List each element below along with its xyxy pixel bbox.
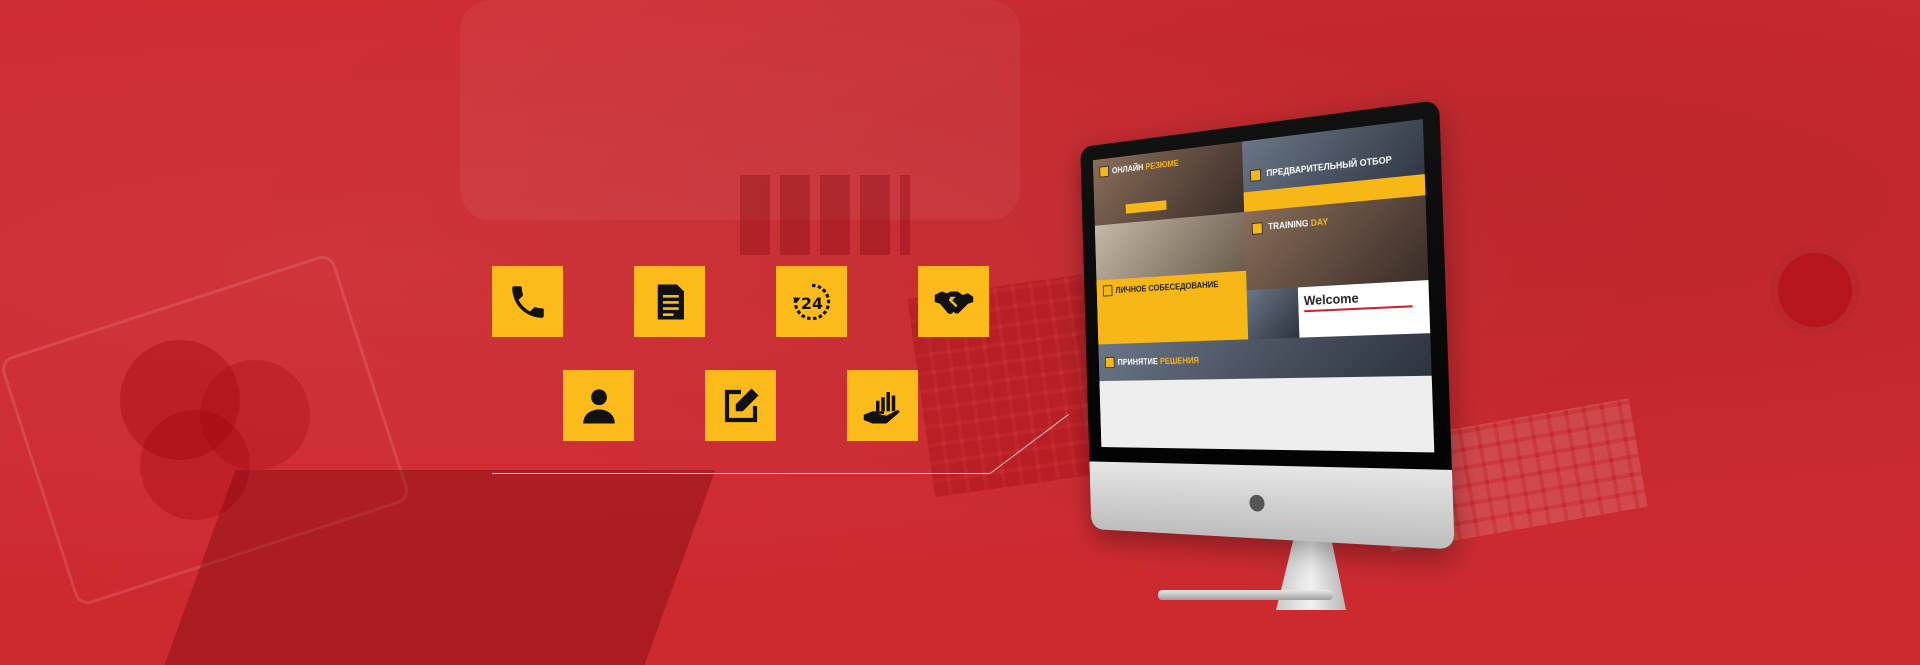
imac-mockup: ОНЛАЙН РЕЗЮМЕ ПРЕДВАРИТЕЛЬНЫЙ ОТБОР TRAI… [1048, 99, 1455, 610]
user-icon[interactable] [563, 370, 634, 441]
document-icon[interactable] [634, 266, 705, 337]
screen-tile-title-highlight: DAY [1310, 216, 1329, 229]
screen-welcome-heading: Welcome [1303, 290, 1359, 309]
bg-laptop [164, 470, 716, 665]
screen-tile-title-text: ПРИНЯТИЕ [1117, 356, 1159, 367]
screen-tile-title: ПРИНЯТИЕ РЕШЕНИЯ [1118, 355, 1200, 366]
screen-tile-icon [1099, 165, 1109, 178]
screen-tile-title-highlight: РЕЗЮМЕ [1145, 158, 1179, 172]
screen-tile-title-text: TRAINING [1267, 218, 1309, 232]
hero-banner: 24 ОНЛАЙН РЕЗЮМЕ ПРЕДВАРИТЕЛЬНЫЙ ОТБОР T… [0, 0, 1920, 665]
phone-icon[interactable] [492, 266, 563, 337]
screen-tile-title: ПРЕДВАРИТЕЛЬНЫЙ ОТБОР [1266, 154, 1392, 179]
screen-welcome-panel: Welcome [1246, 280, 1431, 340]
bg-coffee-cup [1770, 245, 1860, 335]
apple-logo-icon: ● [1247, 489, 1267, 515]
imac-body: ОНЛАЙН РЕЗЮМЕ ПРЕДВАРИТЕЛЬНЫЙ ОТБОР TRAI… [1080, 99, 1455, 550]
screen-tile-title: ЛИЧНОЕ СОБЕСЕДОВАНИЕ [1115, 279, 1219, 295]
24-hours-icon-text: 24 [801, 294, 823, 313]
imac-foot [1158, 590, 1333, 600]
screen-tile-button [1125, 200, 1167, 214]
screen-tile-icon [1104, 356, 1115, 369]
screen-tile-interview: ЛИЧНОЕ СОБЕСЕДОВАНИЕ [1096, 270, 1249, 345]
screen-tile-title-highlight: РЕШЕНИЯ [1159, 355, 1200, 366]
growth-hand-icon[interactable] [847, 370, 918, 441]
bg-color-swatches [740, 175, 910, 255]
screen-tile-icon [1249, 168, 1262, 182]
screen-tile-icon [1102, 285, 1113, 297]
screen-welcome-photo [1246, 287, 1300, 340]
handshake-icon[interactable] [918, 266, 989, 337]
imac-chin: ● [1089, 461, 1455, 550]
imac-screen: ОНЛАЙН РЕЗЮМЕ ПРЕДВАРИТЕЛЬНЫЙ ОТБОР TRAI… [1092, 119, 1435, 453]
screen-tile-training-day: TRAINING DAY [1244, 195, 1429, 291]
screen-tile-title: ОНЛАЙН РЕЗЮМЕ [1112, 158, 1179, 175]
connector-line [492, 473, 990, 474]
screen-tile-title-text: ОНЛАЙН [1111, 162, 1144, 176]
edit-icon[interactable] [705, 370, 776, 441]
24-hours-icon[interactable]: 24 [776, 266, 847, 337]
screen-tile-title: TRAINING DAY [1268, 216, 1328, 231]
screen-tile-icon [1251, 222, 1263, 235]
